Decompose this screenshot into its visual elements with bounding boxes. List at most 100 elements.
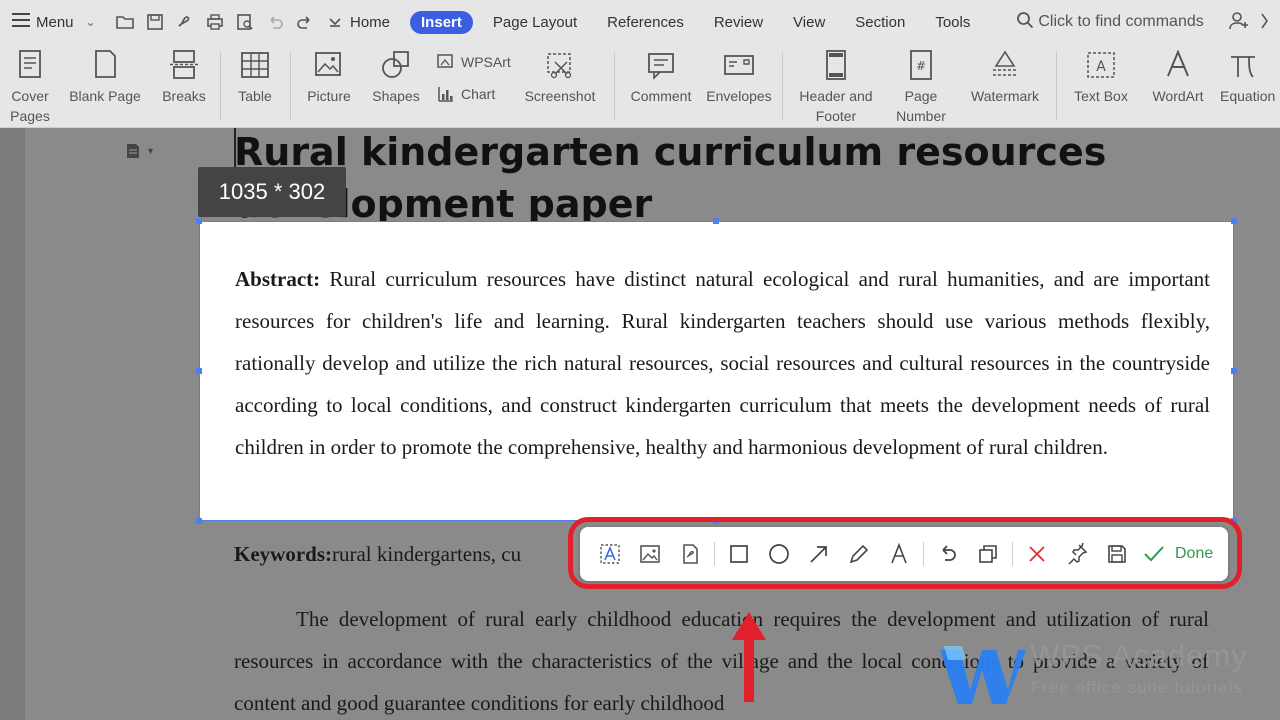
quick-access-toolbar <box>102 11 350 33</box>
table-icon <box>241 52 269 78</box>
chart-icon <box>438 87 453 102</box>
text-box-label: Text Box <box>1074 88 1128 104</box>
picture-icon <box>315 52 341 76</box>
save-icon[interactable] <box>144 11 166 33</box>
equation-label: Equation <box>1220 88 1276 104</box>
svg-text:#: # <box>916 59 926 73</box>
tab-section[interactable]: Section <box>855 11 905 34</box>
wordart-icon <box>1167 49 1189 77</box>
comment-button[interactable]: Comment <box>626 48 696 106</box>
breaks-button[interactable]: Breaks <box>156 48 212 106</box>
tab-references[interactable]: References <box>607 11 684 34</box>
table-button[interactable]: Table <box>232 48 278 106</box>
document-title: Rural kindergarten curriculum resources … <box>234 130 1107 226</box>
resize-handle-top[interactable] <box>713 218 719 224</box>
text-box-icon: A <box>1087 52 1115 78</box>
print-icon[interactable] <box>204 11 226 33</box>
resize-handle-top-left[interactable] <box>196 218 202 224</box>
window-actions <box>1228 10 1270 36</box>
ribbon-separator <box>614 52 615 120</box>
resize-handle-left[interactable] <box>196 368 202 374</box>
blank-page-label: Blank Page <box>69 88 141 104</box>
breaks-label: Breaks <box>162 88 206 104</box>
screenshot-selection[interactable]: Abstract: Rural curriculum resources hav… <box>199 221 1234 521</box>
search-icon <box>1016 11 1034 34</box>
keywords-label: Keywords: <box>234 542 332 566</box>
selection-size-readout: 1035 * 302 <box>198 167 346 217</box>
main-menu-button[interactable]: Menu ⌄ <box>0 13 102 31</box>
text-box-button[interactable]: A Text Box <box>1066 48 1136 106</box>
tab-insert[interactable]: Insert <box>410 10 473 34</box>
keywords-text: rural kindergartens, cu <box>332 542 522 566</box>
header-footer-label-line2: Footer <box>815 108 857 124</box>
chart-button[interactable]: Chart <box>436 84 495 104</box>
abstract-paragraph: Abstract: Rural curriculum resources hav… <box>235 258 1210 468</box>
menu-label: Menu <box>36 13 74 31</box>
ribbon-separator <box>220 52 221 120</box>
header-footer-button[interactable]: Header and Footer <box>794 48 878 126</box>
wpsart-button[interactable]: WPSArt <box>436 52 511 72</box>
watermark-button[interactable]: Watermark <box>962 48 1048 106</box>
hamburger-icon <box>12 13 30 31</box>
comment-icon <box>648 53 674 80</box>
open-folder-icon[interactable] <box>114 11 136 33</box>
tab-home[interactable]: Home <box>350 11 390 34</box>
ribbon-separator <box>290 52 291 120</box>
envelopes-label: Envelopes <box>706 88 772 104</box>
tab-review[interactable]: Review <box>714 11 763 34</box>
print-preview-icon[interactable] <box>234 11 256 33</box>
table-label: Table <box>238 88 272 104</box>
resize-handle-top-right[interactable] <box>1231 218 1237 224</box>
paragraph-handle[interactable]: ▼ <box>124 142 155 160</box>
picture-button[interactable]: Picture <box>300 48 358 106</box>
wpsart-icon <box>437 54 453 68</box>
document-icon <box>127 144 139 158</box>
page-number-label-line2: Number <box>896 108 946 124</box>
wps-logo-icon <box>940 646 1026 704</box>
ribbon-separator <box>782 52 783 120</box>
abstract-label: Abstract: <box>235 267 321 291</box>
export-pdf-icon[interactable] <box>174 11 196 33</box>
chart-label: Chart <box>461 86 496 102</box>
menu-bar: Menu ⌄ Home Insert Page Layout Reference… <box>0 0 1280 44</box>
tab-tools[interactable]: Tools <box>935 11 970 34</box>
command-search[interactable]: Click to find commands <box>1016 11 1204 34</box>
page-number-label-line1: Page <box>904 88 938 104</box>
watermark-icon <box>993 50 1017 76</box>
watermark-title: WPS Academy <box>1030 638 1248 673</box>
more-icon[interactable] <box>1260 10 1270 36</box>
breaks-icon <box>170 50 198 79</box>
abstract-text: Rural curriculum resources have distinct… <box>235 267 1210 459</box>
page-number-label: Page Number <box>896 86 946 126</box>
comment-label: Comment <box>630 88 692 104</box>
wordart-button[interactable]: WordArt <box>1144 48 1212 106</box>
tab-view[interactable]: View <box>793 11 825 34</box>
tab-page-layout[interactable]: Page Layout <box>493 11 577 34</box>
cover-pages-button[interactable]: Cover Pages <box>8 48 52 126</box>
wpsart-label: WPSArt <box>461 54 511 70</box>
insert-ribbon: Cover Pages Blank Page Breaks Table Pict… <box>0 44 1280 128</box>
watermark-label: Watermark <box>971 88 1039 104</box>
ribbon-tabs: Home Insert Page Layout References Revie… <box>350 10 1000 34</box>
cover-pages-icon <box>19 50 41 78</box>
resize-handle-bottom-left[interactable] <box>196 518 202 524</box>
screenshot-icon <box>547 53 572 79</box>
blank-page-button[interactable]: Blank Page <box>62 48 148 106</box>
equation-button[interactable]: Equation <box>1220 48 1280 106</box>
add-user-icon[interactable] <box>1228 10 1250 36</box>
undo-icon[interactable] <box>264 11 286 33</box>
resize-handle-right[interactable] <box>1231 368 1237 374</box>
envelope-icon <box>724 55 754 75</box>
page-number-button[interactable]: # Page Number <box>886 48 956 126</box>
redo-icon[interactable] <box>294 11 316 33</box>
blank-page-icon <box>95 50 116 78</box>
cover-pages-label: Cover Pages <box>10 88 50 124</box>
envelopes-button[interactable]: Envelopes <box>704 48 774 106</box>
screenshot-button[interactable]: Screenshot <box>514 48 606 106</box>
wordart-label: WordArt <box>1152 88 1204 104</box>
screenshot-label: Screenshot <box>524 88 596 104</box>
customize-toolbar-icon[interactable] <box>324 11 346 33</box>
shapes-button[interactable]: Shapes <box>366 48 426 106</box>
picture-label: Picture <box>307 88 351 104</box>
header-footer-label: Header and Footer <box>799 86 872 126</box>
